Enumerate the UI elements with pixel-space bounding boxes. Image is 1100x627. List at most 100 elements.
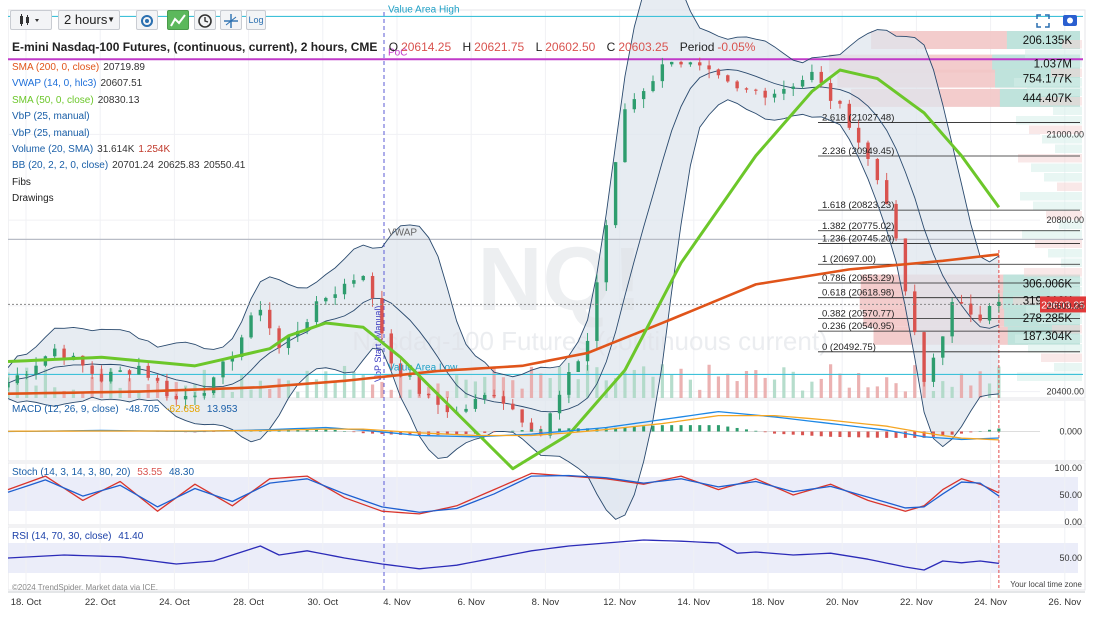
interval-label: 2 hours [64, 12, 108, 27]
macd-histogram-bar [735, 427, 739, 432]
candle-body [763, 90, 767, 98]
macd-value: -48.705 [125, 404, 160, 415]
macd-histogram-bar [352, 431, 356, 433]
volume-bar [670, 374, 674, 398]
volume-bar [772, 379, 777, 398]
chart-type-button[interactable] [10, 10, 52, 30]
macd-histogram-bar [511, 430, 515, 432]
x-tick-label: 30. Oct [307, 597, 338, 608]
fib-level-label: 0.382 (20570.77) [822, 308, 894, 319]
macd-histogram-bar [464, 431, 468, 434]
legend-row[interactable]: Fibs [12, 177, 35, 189]
log-scale-button[interactable]: Log [246, 10, 266, 30]
volume-bar [389, 389, 393, 398]
legend-row[interactable]: SMA (200, 0, close) 20719.89 [12, 62, 149, 74]
macd-histogram-bar [801, 431, 805, 436]
legend-label: VWAP (14, 0, hlc3) [12, 78, 97, 90]
candle-body [333, 294, 337, 298]
settings-button[interactable] [136, 10, 158, 30]
candle-body [997, 301, 1001, 306]
legend-row[interactable]: BB (20, 2, 2, 0, close) 20701.24 20625.83 2… [12, 160, 249, 172]
macd-histogram-bar [838, 431, 842, 437]
candle-body [800, 79, 805, 87]
candle-body [744, 88, 749, 90]
candle-body [576, 361, 580, 372]
candle-body [165, 380, 169, 396]
legend-row[interactable]: VbP (25, manual) [12, 128, 94, 140]
macd-histogram-bar [520, 430, 524, 432]
macd-histogram-bar [857, 431, 861, 438]
macd-label[interactable]: MACD (12, 26, 9, close) [12, 404, 119, 415]
candle-body [585, 340, 590, 362]
candle-body [473, 398, 478, 409]
candle-body [567, 371, 571, 395]
candle-body [959, 302, 964, 304]
macd-histogram-bar [997, 428, 1001, 432]
timezone-label[interactable]: Your local time zone [1010, 580, 1082, 589]
volume-bar [819, 378, 823, 398]
candle-body [819, 71, 823, 84]
clock-button[interactable] [194, 10, 216, 30]
volume-bar [987, 383, 992, 398]
legend-row[interactable]: Volume (20, SMA) 31.614K 1.254K [12, 144, 174, 156]
crosshair-button[interactable] [220, 10, 242, 30]
gear-icon [141, 15, 153, 27]
volume-bar [698, 389, 702, 398]
volume-bar [529, 366, 534, 398]
x-tick-label: 18. Nov [752, 597, 785, 608]
legend-row[interactable]: Drawings [12, 193, 58, 205]
volume-bar [782, 367, 786, 398]
volume-profile-bar [1053, 106, 1082, 115]
macd-histogram-bar [651, 425, 655, 432]
volume-bar [969, 385, 973, 398]
volume-bar [651, 376, 655, 398]
candle-body [352, 280, 356, 284]
rsi-label[interactable]: RSI (14, 70, 30, close) [12, 531, 112, 542]
candle-body [361, 275, 365, 281]
legend-row[interactable]: VbP (25, manual) [12, 111, 94, 123]
fib-level-label: 1.236 (20745.20) [822, 234, 894, 245]
rsi-tick-label: 50.00 [1059, 553, 1082, 563]
candle-body [772, 93, 777, 98]
volume-profile-bar [1031, 163, 1082, 172]
volume-bar [866, 387, 870, 398]
x-tick-label: 14. Nov [677, 597, 710, 608]
fib-level-label: 0 (20492.75) [822, 342, 876, 353]
stoch-label[interactable]: Stoch (14, 3, 14, 3, 80, 20) [12, 467, 130, 478]
volume-bar [548, 378, 552, 398]
high-label: H [462, 40, 472, 54]
close-label: C [606, 40, 616, 54]
indicators-button[interactable] [167, 10, 189, 30]
volume-bar [623, 372, 627, 398]
candle-body [34, 365, 38, 375]
candle-body [688, 62, 693, 65]
legend-row[interactable]: VWAP (14, 0, hlc3) 20607.51 [12, 78, 146, 90]
macd-histogram-bar [492, 431, 496, 433]
x-tick-label: 18. Oct [11, 597, 42, 608]
camera-button[interactable] [1062, 12, 1078, 28]
macd-histogram-bar [539, 429, 543, 432]
volume-bar [903, 391, 907, 398]
volume-bar [464, 379, 468, 398]
legend-row[interactable]: SMA (50, 0, close) 20830.13 [12, 95, 143, 107]
macd-histogram-bar [754, 430, 758, 432]
chart-canvas[interactable]: NQ! Nasdaq-100 Futures (continuous curre… [0, 0, 1100, 627]
candle-body [623, 109, 627, 163]
macd-histogram-bar [361, 431, 365, 434]
candle-body [782, 89, 786, 94]
candle-body [277, 328, 281, 349]
left-mask [0, 0, 8, 600]
legend-value: 31.614K [97, 144, 135, 155]
volume-profile-bar [1057, 182, 1082, 191]
fib-level-label: 0.236 (20540.95) [822, 321, 894, 332]
candle-body [408, 375, 412, 377]
interval-select[interactable]: 2 hours ▼ [58, 10, 120, 30]
fullscreen-button[interactable] [1036, 14, 1050, 28]
macd-histogram-bar [660, 425, 664, 432]
volume-profile-bar [1054, 363, 1082, 372]
volume-bar [959, 373, 964, 398]
candle-body [202, 393, 207, 396]
candle-body [426, 393, 431, 396]
volume-profile-label: 206.135K [1023, 35, 1073, 47]
candle-body [641, 91, 646, 100]
